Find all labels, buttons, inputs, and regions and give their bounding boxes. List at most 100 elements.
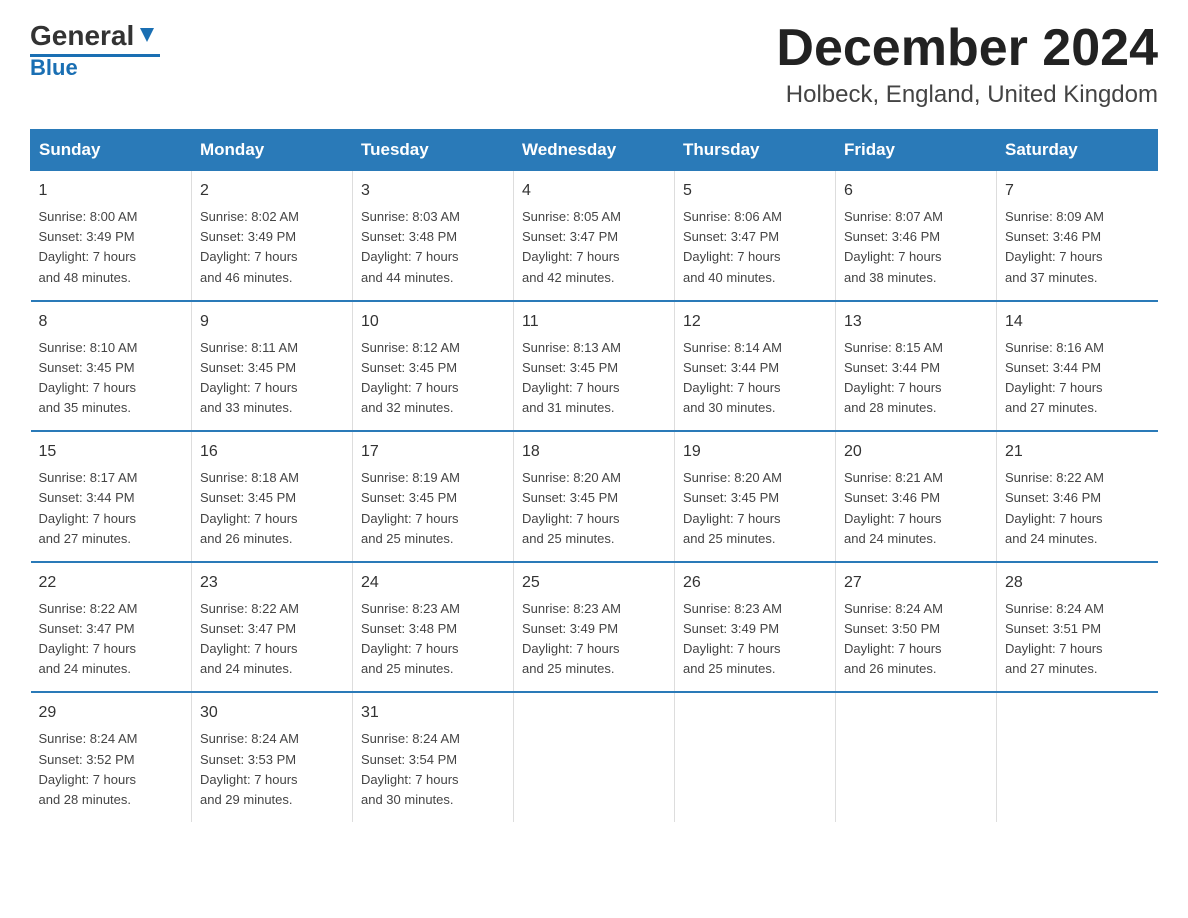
calendar-cell: 23 Sunrise: 8:22 AM Sunset: 3:47 PM Dayli… bbox=[192, 562, 353, 693]
calendar-cell: 26 Sunrise: 8:23 AM Sunset: 3:49 PM Dayli… bbox=[675, 562, 836, 693]
day-number: 25 bbox=[522, 571, 666, 595]
day-info: Sunrise: 8:13 AM Sunset: 3:45 PM Dayligh… bbox=[522, 338, 666, 419]
day-number: 17 bbox=[361, 440, 505, 464]
calendar-cell: 24Sunrise: 8:23 AM Sunset: 3:48 PM Dayli… bbox=[353, 562, 514, 693]
day-number: 12 bbox=[683, 310, 827, 334]
day-number: 13 bbox=[844, 310, 988, 334]
page-header: General Blue December 2024 Holbeck, Engl… bbox=[30, 20, 1158, 109]
calendar-cell bbox=[514, 692, 675, 822]
calendar-cell bbox=[836, 692, 997, 822]
day-number: 18 bbox=[522, 440, 666, 464]
column-header-thursday: Thursday bbox=[675, 130, 836, 171]
day-info: Sunrise: 8:22 AM Sunset: 3:47 PM Dayligh… bbox=[200, 599, 344, 680]
calendar-cell: 18 Sunrise: 8:20 AM Sunset: 3:45 PM Dayli… bbox=[514, 431, 675, 562]
day-info: Sunrise: 8:22 AM Sunset: 3:47 PM Dayligh… bbox=[39, 599, 184, 680]
day-info: Sunrise: 8:03 AM Sunset: 3:48 PM Dayligh… bbox=[361, 207, 505, 288]
day-number: 6 bbox=[844, 179, 988, 203]
day-info: Sunrise: 8:16 AM Sunset: 3:44 PM Dayligh… bbox=[1005, 338, 1150, 419]
calendar-week-row: 8Sunrise: 8:10 AM Sunset: 3:45 PM Daylig… bbox=[31, 301, 1158, 432]
day-number: 20 bbox=[844, 440, 988, 464]
logo-text-general: General bbox=[30, 20, 134, 52]
day-info: Sunrise: 8:24 AM Sunset: 3:50 PM Dayligh… bbox=[844, 599, 988, 680]
day-number: 9 bbox=[200, 310, 344, 334]
day-number: 10 bbox=[361, 310, 505, 334]
day-info: Sunrise: 8:14 AM Sunset: 3:44 PM Dayligh… bbox=[683, 338, 827, 419]
calendar-cell: 8Sunrise: 8:10 AM Sunset: 3:45 PM Daylig… bbox=[31, 301, 192, 432]
calendar-cell: 29Sunrise: 8:24 AM Sunset: 3:52 PM Dayli… bbox=[31, 692, 192, 822]
calendar-week-row: 1 Sunrise: 8:00 AM Sunset: 3:49 PM Daylig… bbox=[31, 171, 1158, 301]
day-number: 11 bbox=[522, 310, 666, 334]
day-number: 31 bbox=[361, 701, 505, 725]
day-info: Sunrise: 8:10 AM Sunset: 3:45 PM Dayligh… bbox=[39, 338, 184, 419]
day-info: Sunrise: 8:22 AM Sunset: 3:46 PM Dayligh… bbox=[1005, 468, 1150, 549]
day-info: Sunrise: 8:00 AM Sunset: 3:49 PM Dayligh… bbox=[39, 207, 184, 288]
page-title: December 2024 bbox=[776, 20, 1158, 77]
day-number: 29 bbox=[39, 701, 184, 725]
calendar-cell: 25 Sunrise: 8:23 AM Sunset: 3:49 PM Dayli… bbox=[514, 562, 675, 693]
day-number: 3 bbox=[361, 179, 505, 203]
calendar-table: SundayMondayTuesdayWednesdayThursdayFrid… bbox=[30, 129, 1158, 822]
day-number: 1 bbox=[39, 179, 184, 203]
day-info: Sunrise: 8:20 AM Sunset: 3:45 PM Dayligh… bbox=[522, 468, 666, 549]
column-header-saturday: Saturday bbox=[997, 130, 1158, 171]
calendar-cell: 10 Sunrise: 8:12 AM Sunset: 3:45 PM Dayli… bbox=[353, 301, 514, 432]
day-info: Sunrise: 8:17 AM Sunset: 3:44 PM Dayligh… bbox=[39, 468, 184, 549]
day-info: Sunrise: 8:12 AM Sunset: 3:45 PM Dayligh… bbox=[361, 338, 505, 419]
day-info: Sunrise: 8:02 AM Sunset: 3:49 PM Dayligh… bbox=[200, 207, 344, 288]
day-info: Sunrise: 8:19 AM Sunset: 3:45 PM Dayligh… bbox=[361, 468, 505, 549]
column-header-wednesday: Wednesday bbox=[514, 130, 675, 171]
day-number: 23 bbox=[200, 571, 344, 595]
calendar-cell: 16Sunrise: 8:18 AM Sunset: 3:45 PM Dayli… bbox=[192, 431, 353, 562]
day-info: Sunrise: 8:23 AM Sunset: 3:49 PM Dayligh… bbox=[522, 599, 666, 680]
calendar-cell: 12 Sunrise: 8:14 AM Sunset: 3:44 PM Dayli… bbox=[675, 301, 836, 432]
day-number: 28 bbox=[1005, 571, 1150, 595]
page-subtitle: Holbeck, England, United Kingdom bbox=[776, 81, 1158, 109]
day-number: 27 bbox=[844, 571, 988, 595]
column-header-friday: Friday bbox=[836, 130, 997, 171]
calendar-cell: 28 Sunrise: 8:24 AM Sunset: 3:51 PM Dayli… bbox=[997, 562, 1158, 693]
day-info: Sunrise: 8:21 AM Sunset: 3:46 PM Dayligh… bbox=[844, 468, 988, 549]
calendar-week-row: 15 Sunrise: 8:17 AM Sunset: 3:44 PM Dayli… bbox=[31, 431, 1158, 562]
calendar-week-row: 22 Sunrise: 8:22 AM Sunset: 3:47 PM Dayli… bbox=[31, 562, 1158, 693]
day-number: 19 bbox=[683, 440, 827, 464]
logo-text-blue: Blue bbox=[30, 55, 78, 81]
calendar-cell: 4Sunrise: 8:05 AM Sunset: 3:47 PM Daylig… bbox=[514, 171, 675, 301]
day-info: Sunrise: 8:23 AM Sunset: 3:49 PM Dayligh… bbox=[683, 599, 827, 680]
calendar-cell: 22 Sunrise: 8:22 AM Sunset: 3:47 PM Dayli… bbox=[31, 562, 192, 693]
day-info: Sunrise: 8:07 AM Sunset: 3:46 PM Dayligh… bbox=[844, 207, 988, 288]
logo: General Blue bbox=[30, 20, 160, 81]
calendar-cell: 13 Sunrise: 8:15 AM Sunset: 3:44 PM Dayli… bbox=[836, 301, 997, 432]
day-number: 21 bbox=[1005, 440, 1150, 464]
day-number: 2 bbox=[200, 179, 344, 203]
day-number: 26 bbox=[683, 571, 827, 595]
calendar-cell: 20 Sunrise: 8:21 AM Sunset: 3:46 PM Dayli… bbox=[836, 431, 997, 562]
calendar-cell: 3 Sunrise: 8:03 AM Sunset: 3:48 PM Daylig… bbox=[353, 171, 514, 301]
calendar-cell: 17 Sunrise: 8:19 AM Sunset: 3:45 PM Dayli… bbox=[353, 431, 514, 562]
day-info: Sunrise: 8:15 AM Sunset: 3:44 PM Dayligh… bbox=[844, 338, 988, 419]
title-area: December 2024 Holbeck, England, United K… bbox=[776, 20, 1158, 109]
day-info: Sunrise: 8:06 AM Sunset: 3:47 PM Dayligh… bbox=[683, 207, 827, 288]
day-number: 22 bbox=[39, 571, 184, 595]
day-info: Sunrise: 8:24 AM Sunset: 3:54 PM Dayligh… bbox=[361, 729, 505, 810]
day-number: 15 bbox=[39, 440, 184, 464]
column-header-tuesday: Tuesday bbox=[353, 130, 514, 171]
day-info: Sunrise: 8:20 AM Sunset: 3:45 PM Dayligh… bbox=[683, 468, 827, 549]
calendar-cell: 15 Sunrise: 8:17 AM Sunset: 3:44 PM Dayli… bbox=[31, 431, 192, 562]
column-header-monday: Monday bbox=[192, 130, 353, 171]
calendar-cell: 21 Sunrise: 8:22 AM Sunset: 3:46 PM Dayli… bbox=[997, 431, 1158, 562]
day-info: Sunrise: 8:24 AM Sunset: 3:51 PM Dayligh… bbox=[1005, 599, 1150, 680]
day-number: 14 bbox=[1005, 310, 1150, 334]
calendar-cell: 30Sunrise: 8:24 AM Sunset: 3:53 PM Dayli… bbox=[192, 692, 353, 822]
calendar-header-row: SundayMondayTuesdayWednesdayThursdayFrid… bbox=[31, 130, 1158, 171]
column-header-sunday: Sunday bbox=[31, 130, 192, 171]
calendar-cell: 5Sunrise: 8:06 AM Sunset: 3:47 PM Daylig… bbox=[675, 171, 836, 301]
calendar-cell bbox=[675, 692, 836, 822]
calendar-cell: 1 Sunrise: 8:00 AM Sunset: 3:49 PM Daylig… bbox=[31, 171, 192, 301]
calendar-week-row: 29Sunrise: 8:24 AM Sunset: 3:52 PM Dayli… bbox=[31, 692, 1158, 822]
logo-triangle-icon bbox=[136, 24, 158, 46]
day-info: Sunrise: 8:11 AM Sunset: 3:45 PM Dayligh… bbox=[200, 338, 344, 419]
calendar-cell: 14 Sunrise: 8:16 AM Sunset: 3:44 PM Dayli… bbox=[997, 301, 1158, 432]
day-info: Sunrise: 8:23 AM Sunset: 3:48 PM Dayligh… bbox=[361, 599, 505, 680]
calendar-cell: 31 Sunrise: 8:24 AM Sunset: 3:54 PM Dayli… bbox=[353, 692, 514, 822]
calendar-cell: 6 Sunrise: 8:07 AM Sunset: 3:46 PM Daylig… bbox=[836, 171, 997, 301]
